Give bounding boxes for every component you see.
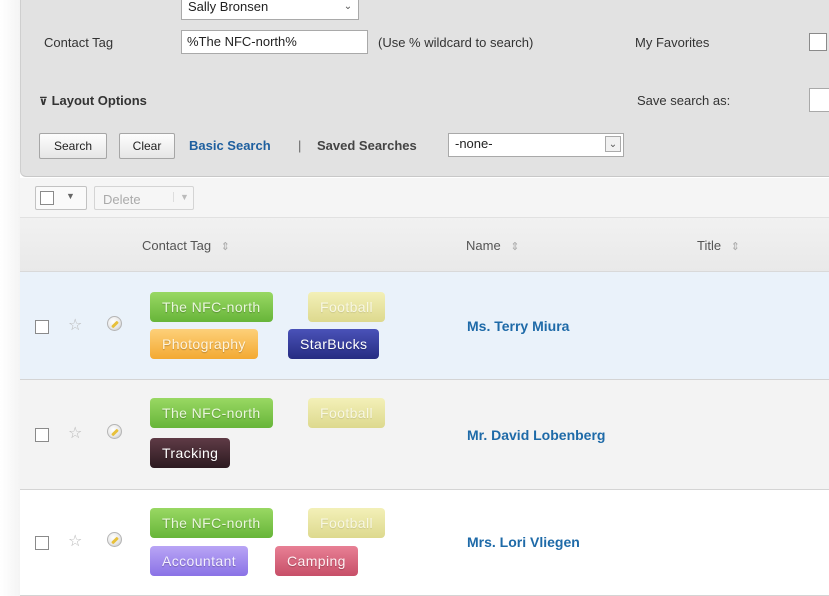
delete-button-label: Delete <box>103 192 141 207</box>
pencil-icon[interactable] <box>107 424 122 439</box>
double-chevron-down-icon: ⊽ <box>39 96 48 108</box>
tag-badge[interactable]: The NFC-north <box>150 398 273 428</box>
search-button-label: Search <box>53 139 93 153</box>
contact-tag-input[interactable]: %The NFC-north% <box>181 30 368 54</box>
select-all-dropdown[interactable]: ▼ <box>35 186 87 210</box>
search-button[interactable]: Search <box>39 133 107 159</box>
tag-badge[interactable]: Photography <box>150 329 258 359</box>
my-favorites-checkbox[interactable] <box>809 33 827 51</box>
left-gutter <box>0 0 20 596</box>
saved-searches-value: -none- <box>455 136 493 151</box>
pencil-icon[interactable] <box>107 532 122 547</box>
contact-name-link[interactable]: Mr. David Lobenberg <box>467 427 605 443</box>
sort-icon: ⇕ <box>220 241 230 253</box>
wildcard-hint: (Use % wildcard to search) <box>378 35 534 50</box>
table-row: ☆ The NFC-north Football Tracking Mr. Da… <box>20 380 829 490</box>
caret-down-icon: ▼ <box>173 192 189 202</box>
row-checkbox[interactable] <box>35 536 49 550</box>
clear-button[interactable]: Clear <box>119 133 175 159</box>
contact-tag-label: Contact Tag <box>44 35 114 50</box>
pencil-icon[interactable] <box>107 316 122 331</box>
sort-icon: ⇕ <box>510 241 520 253</box>
star-icon[interactable]: ☆ <box>68 531 82 551</box>
assigned-user-select[interactable]: Sally Bronsen ⌄ <box>181 0 359 20</box>
caret-down-icon: ▼ <box>66 191 75 201</box>
table-row: ☆ The NFC-north Football Photography Sta… <box>20 272 829 380</box>
contact-tag-input-value: %The NFC-north% <box>187 34 297 49</box>
tag-badge[interactable]: The NFC-north <box>150 508 273 538</box>
chevron-down-icon: ⌄ <box>343 1 353 12</box>
tag-badge[interactable]: Camping <box>275 546 358 576</box>
clear-button-label: Clear <box>132 139 162 153</box>
select-all-checkbox[interactable] <box>40 191 54 205</box>
tag-badge[interactable]: The NFC-north <box>150 292 273 322</box>
tag-badge[interactable]: Football <box>308 398 386 428</box>
tag-badge[interactable]: Football <box>308 292 386 322</box>
tag-badge[interactable]: StarBucks <box>288 329 380 359</box>
table-row: ☆ The NFC-north Football Accountant Camp… <box>20 490 829 596</box>
star-icon[interactable]: ☆ <box>68 423 82 443</box>
sort-icon: ⇕ <box>730 241 740 253</box>
column-header-contact-tag[interactable]: Contact Tag ⇕ <box>142 238 230 253</box>
column-header-name[interactable]: Name ⇕ <box>466 238 520 253</box>
separator: | <box>298 138 302 153</box>
saved-searches-select[interactable]: -none- ⌄ <box>448 133 624 157</box>
my-favorites-label: My Favorites <box>635 35 710 50</box>
list-toolbar: ▼ Delete ▼ <box>20 178 829 218</box>
delete-action[interactable]: Delete ▼ <box>94 186 194 210</box>
layout-options-label: Layout Options <box>51 93 147 108</box>
column-header-label: Name <box>466 238 501 253</box>
saved-searches-label: Saved Searches <box>317 138 417 153</box>
row-checkbox[interactable] <box>35 428 49 442</box>
save-search-label: Save search as: <box>637 93 731 108</box>
save-search-input[interactable] <box>809 88 829 112</box>
advanced-search-panel: Sally Bronsen ⌄ Contact Tag %The NFC-nor… <box>20 0 829 177</box>
row-checkbox[interactable] <box>35 320 49 334</box>
basic-search-link[interactable]: Basic Search <box>189 138 271 153</box>
contact-name-link[interactable]: Mrs. Lori Vliegen <box>467 534 580 550</box>
column-header-label: Title <box>697 238 722 253</box>
tag-badge[interactable]: Accountant <box>150 546 249 576</box>
tag-badge[interactable]: Tracking <box>150 438 231 468</box>
assigned-user-value: Sally Bronsen <box>188 0 269 14</box>
chevron-down-icon: ⌄ <box>605 136 621 152</box>
star-icon[interactable]: ☆ <box>68 315 82 335</box>
contact-name-link[interactable]: Ms. Terry Miura <box>467 318 569 334</box>
column-header-label: Contact Tag <box>142 238 212 253</box>
layout-options-toggle[interactable]: ⊽ Layout Options <box>39 93 147 108</box>
tag-badge[interactable]: Football <box>308 508 386 538</box>
column-header-title[interactable]: Title ⇕ <box>697 238 740 253</box>
table-header: Contact Tag ⇕ Name ⇕ Title ⇕ <box>20 218 829 272</box>
